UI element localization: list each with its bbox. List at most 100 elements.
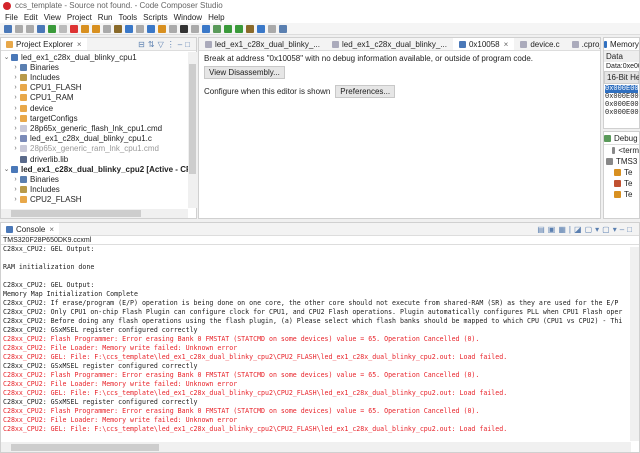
tab-debug[interactable]: Debug bbox=[604, 132, 639, 145]
tree-item[interactable]: › CPU1_RAM bbox=[1, 93, 73, 103]
menu-file[interactable]: File bbox=[2, 13, 21, 22]
menu-tools[interactable]: Tools bbox=[115, 13, 140, 22]
tree-item[interactable]: ⌄ led_ex1_c28x_dual_blinky_cpu2 [Active -… bbox=[1, 164, 196, 174]
tree-item[interactable]: › 28p65x_generic_flash_lnk_cpu1.cmd bbox=[1, 123, 162, 133]
chevron-right-icon[interactable]: › bbox=[11, 115, 20, 122]
editor-tab[interactable]: device.c bbox=[514, 38, 565, 50]
toolbar-button-icon[interactable] bbox=[103, 24, 111, 33]
tree-item[interactable]: › 28p65x_generic_ram_lnk_cpu1.cmd bbox=[1, 144, 159, 154]
tree-item[interactable]: driverlib.lib bbox=[1, 154, 68, 164]
console-error-line: C28xx_CPU2: Flash Programmer: Error eras… bbox=[3, 371, 480, 379]
console-vertical-scrollbar[interactable] bbox=[630, 247, 639, 441]
tree-item[interactable]: › CPU2_RAM bbox=[1, 205, 74, 207]
chevron-right-icon[interactable]: › bbox=[11, 145, 20, 152]
debug-tree-item[interactable]: Te bbox=[604, 189, 639, 200]
toolbar-button-icon[interactable] bbox=[224, 24, 232, 33]
close-icon[interactable]: × bbox=[49, 225, 54, 234]
toolbar-button-icon[interactable] bbox=[114, 24, 122, 33]
toolbar-button-icon[interactable] bbox=[213, 24, 221, 33]
toolbar-button-icon[interactable] bbox=[4, 24, 12, 33]
chevron-right-icon[interactable]: › bbox=[11, 94, 20, 101]
menu-run[interactable]: Run bbox=[95, 13, 116, 22]
toolbar-button-icon[interactable] bbox=[257, 24, 265, 33]
close-icon[interactable]: × bbox=[504, 40, 509, 49]
menu-help[interactable]: Help bbox=[205, 13, 227, 22]
toolbar-button-icon[interactable] bbox=[26, 24, 34, 33]
debug-tree-item[interactable]: Te bbox=[604, 178, 639, 189]
project-explorer-icon bbox=[6, 40, 13, 48]
toolbar-button-icon[interactable] bbox=[136, 24, 144, 33]
toolbar-button-icon[interactable] bbox=[169, 24, 177, 33]
debug-tree-item[interactable]: Te bbox=[604, 167, 639, 178]
toolbar-button-icon[interactable] bbox=[92, 24, 100, 33]
memory-row[interactable]: 0x000E00 bbox=[605, 93, 639, 101]
editor-tab[interactable]: .cproject bbox=[566, 38, 600, 50]
editor-tab[interactable]: led_ex1_c28x_dual_blinky_... bbox=[199, 38, 326, 50]
tree-item[interactable]: › CPU2_FLASH bbox=[1, 195, 81, 205]
toolbar-button-icon[interactable] bbox=[48, 24, 56, 33]
tree-item[interactable]: › CPU1_FLASH bbox=[1, 83, 81, 93]
chevron-right-icon[interactable]: › bbox=[11, 74, 20, 81]
editor-tab[interactable]: led_ex1_c28x_dual_blinky_... bbox=[326, 38, 453, 50]
menu-project[interactable]: Project bbox=[64, 13, 95, 22]
toolbar-button-icon[interactable] bbox=[81, 24, 89, 33]
toolbar-button-icon[interactable] bbox=[279, 24, 287, 33]
toolbar-button-icon[interactable] bbox=[158, 24, 166, 33]
tree-item[interactable]: ⌄ led_ex1_c28x_dual_blinky_cpu1 bbox=[1, 52, 137, 62]
view-toolbar-icons[interactable]: ⊟⇅▽⋮‒□ bbox=[138, 40, 196, 49]
tree-item[interactable]: › led_ex1_c28x_dual_blinky_cpu1.c bbox=[1, 134, 152, 144]
toolbar-button-icon[interactable] bbox=[59, 24, 67, 33]
chevron-down-icon[interactable]: ⌄ bbox=[2, 165, 11, 173]
console-horizontal-scrollbar[interactable] bbox=[1, 442, 631, 452]
tree-item[interactable]: › device bbox=[1, 103, 53, 113]
chevron-right-icon[interactable]: › bbox=[11, 125, 20, 132]
debug-tree-item[interactable]: <term bbox=[604, 145, 639, 156]
chevron-down-icon[interactable]: ⌄ bbox=[2, 53, 11, 61]
debug-node-icon bbox=[614, 191, 621, 198]
memory-row[interactable]: 0x000E00 bbox=[605, 85, 639, 93]
toolbar-button-icon[interactable] bbox=[125, 24, 133, 33]
chevron-right-icon[interactable]: › bbox=[11, 186, 20, 193]
tree-item[interactable]: › Includes bbox=[1, 72, 59, 82]
toolbar-button-icon[interactable] bbox=[235, 24, 243, 33]
toolbar-button-icon[interactable] bbox=[37, 24, 45, 33]
debug-tree-item[interactable]: TMS3 bbox=[604, 156, 639, 167]
memory-address-input[interactable]: Data:0xe00 bbox=[604, 62, 639, 71]
tree-item[interactable]: › Includes bbox=[1, 185, 59, 195]
chevron-right-icon[interactable]: › bbox=[11, 176, 20, 183]
chevron-right-icon[interactable]: › bbox=[11, 105, 20, 112]
chevron-right-icon[interactable]: › bbox=[11, 207, 20, 208]
toolbar-button-icon[interactable] bbox=[202, 24, 210, 33]
toolbar-button-icon[interactable] bbox=[70, 24, 78, 33]
memory-row[interactable]: 0x000E00 bbox=[605, 109, 639, 117]
memory-format-tab[interactable]: 16-Bit Hex bbox=[604, 71, 639, 84]
tab-console[interactable]: Console × bbox=[1, 223, 60, 235]
chevron-right-icon[interactable]: › bbox=[11, 196, 20, 203]
tree-item[interactable]: › Binaries bbox=[1, 174, 59, 184]
tab-project-explorer[interactable]: Project Explorer × bbox=[1, 38, 87, 50]
memory-row[interactable]: 0x000E00 bbox=[605, 101, 639, 109]
editor-tab[interactable]: 0x10058 × bbox=[452, 38, 515, 50]
menu-view[interactable]: View bbox=[41, 13, 64, 22]
chevron-right-icon[interactable]: › bbox=[11, 64, 20, 71]
toolbar-button-icon[interactable] bbox=[268, 24, 276, 33]
chevron-right-icon[interactable]: › bbox=[11, 84, 20, 91]
menu-scripts[interactable]: Scripts bbox=[140, 13, 170, 22]
tree-vertical-scrollbar[interactable] bbox=[188, 52, 197, 208]
toolbar-button-icon[interactable] bbox=[15, 24, 23, 33]
tab-memory[interactable]: Memory bbox=[604, 38, 639, 51]
close-icon[interactable]: × bbox=[77, 40, 82, 49]
console-toolbar-icons[interactable]: ▤▣▦|◪▢▾▢▾‒□ bbox=[537, 225, 639, 234]
chevron-right-icon[interactable]: › bbox=[11, 135, 20, 142]
tree-horizontal-scrollbar[interactable] bbox=[1, 209, 188, 218]
menu-window[interactable]: Window bbox=[171, 13, 205, 22]
view-disassembly-button[interactable]: View Disassembly... bbox=[204, 66, 285, 79]
preferences-button[interactable]: Preferences... bbox=[335, 85, 396, 98]
toolbar-button-icon[interactable] bbox=[191, 24, 199, 33]
tree-item[interactable]: › targetConfigs bbox=[1, 113, 77, 123]
tree-item[interactable]: › Binaries bbox=[1, 62, 59, 72]
toolbar-button-icon[interactable] bbox=[147, 24, 155, 33]
toolbar-button-icon[interactable] bbox=[180, 24, 188, 33]
toolbar-button-icon[interactable] bbox=[246, 24, 254, 33]
menu-edit[interactable]: Edit bbox=[21, 13, 41, 22]
